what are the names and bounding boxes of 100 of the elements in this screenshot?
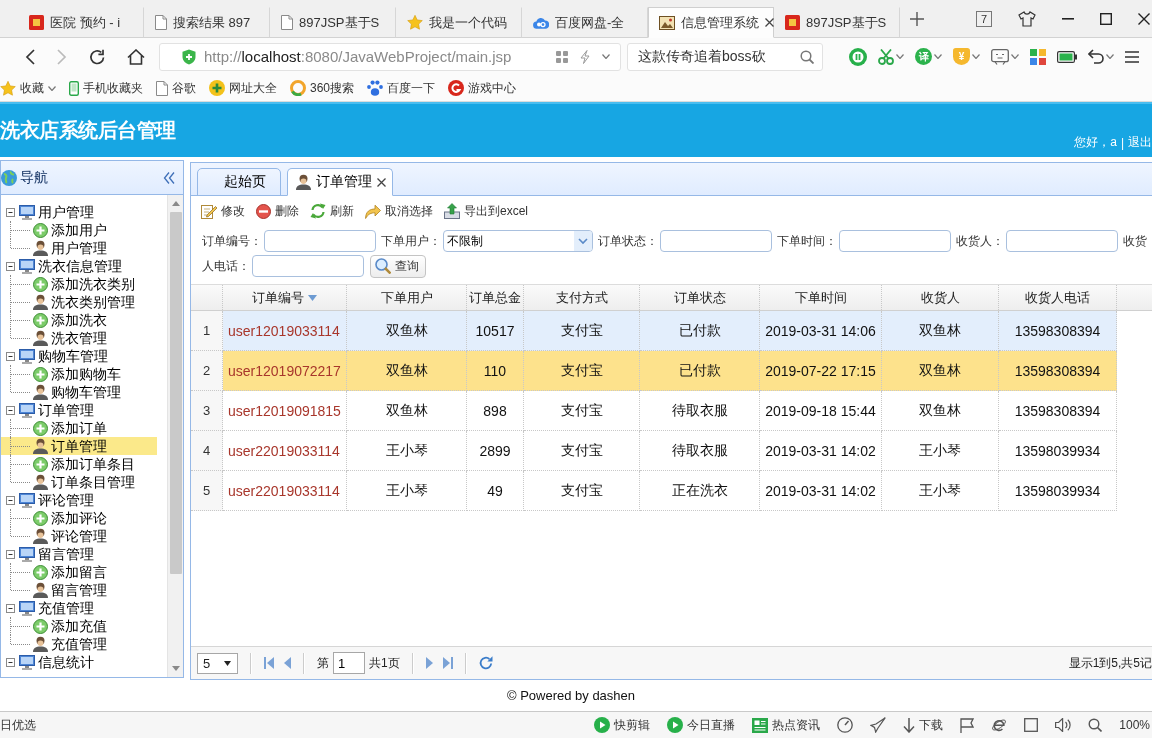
caret-icon[interactable] (602, 54, 610, 59)
caret-icon[interactable] (934, 54, 942, 59)
tree-item[interactable]: 洗衣管理 (1, 329, 157, 347)
caret-icon[interactable] (1011, 54, 1019, 59)
undo-icon[interactable] (1088, 49, 1104, 64)
tree-item[interactable]: 用户管理 (19, 203, 94, 221)
status-bar-button[interactable]: 下载 (903, 716, 944, 734)
tree-item[interactable]: 洗衣类别管理 (1, 293, 157, 311)
close-icon[interactable] (765, 18, 774, 27)
tree-item[interactable]: 洗衣信息管理 (19, 257, 122, 275)
input-field[interactable] (1006, 230, 1118, 252)
tree-item[interactable]: 添加订单 (1, 419, 157, 437)
column-header[interactable]: 支付方式 (524, 285, 640, 310)
column-header[interactable]: 收货人 (882, 285, 999, 310)
home-icon[interactable] (127, 48, 145, 65)
shirt-icon[interactable] (1018, 10, 1036, 27)
address-field[interactable]: http://localhost:8080/JavaWebProject/main.jsp (159, 42, 621, 71)
input-field[interactable] (264, 230, 376, 252)
column-header[interactable]: 订单总金 (467, 285, 524, 310)
last-page-icon[interactable] (442, 657, 453, 669)
tree-item[interactable]: 评论管理 (1, 527, 157, 545)
grid-icon[interactable] (556, 50, 568, 63)
tree-item[interactable]: 购物车管理 (19, 347, 108, 365)
menu-icon[interactable] (1125, 50, 1139, 63)
table-row[interactable]: 1 user12019033114 双鱼林 10517 支付宝 已付款 2019-03-31 14:06 双鱼林 13598308394 (191, 311, 1117, 351)
table-row[interactable]: 5 user22019033114 王小琴 49 支付宝 正在洗衣 2019-03-31 14:02 王小琴 13598039934 (191, 471, 1117, 511)
screen-icon[interactable] (991, 48, 1009, 65)
window-icon[interactable] (1024, 718, 1039, 732)
back-icon[interactable] (25, 48, 35, 65)
table-row[interactable]: 3 user12019091815 双鱼林 898 支付宝 待取衣服 2019-09-18 15:44 双鱼林 13598308394 (191, 391, 1117, 431)
battery-icon[interactable] (1057, 50, 1077, 63)
column-header[interactable]: 下单用户 (347, 285, 467, 310)
browser-icon[interactable] (991, 717, 1008, 733)
status-bar-button[interactable]: 快剪辑 (594, 716, 651, 734)
maximize-icon[interactable] (1100, 12, 1112, 25)
column-header[interactable]: 收货人电话 (999, 285, 1117, 310)
lightning-icon[interactable] (580, 49, 590, 64)
column-header[interactable]: 订单编号 (223, 285, 347, 310)
collapse-box-icon[interactable] (6, 207, 15, 217)
caret-icon[interactable] (972, 54, 980, 59)
status-bar-button[interactable]: 今日直播 (667, 716, 736, 734)
input-field[interactable] (660, 230, 772, 252)
bookmark-link[interactable]: 手机收藏夹 (69, 79, 143, 97)
caret-icon[interactable] (896, 54, 904, 59)
tree-item[interactable]: 留言管理 (19, 545, 94, 563)
pause-icon[interactable] (849, 47, 867, 66)
tree-item[interactable]: 评论管理 (19, 491, 94, 509)
table-row[interactable]: 4 user22019033114 王小琴 2899 支付宝 待取衣服 2019-03-31 14:02 王小琴 13598039934 (191, 431, 1117, 471)
caret-icon[interactable] (1106, 54, 1114, 59)
scissors-icon[interactable] (878, 48, 894, 65)
collapse-box-icon[interactable] (6, 405, 15, 415)
collapse-icon[interactable] (163, 171, 175, 184)
tree-item[interactable]: 用户管理 (1, 239, 157, 257)
tree-item[interactable]: 添加洗衣 (1, 311, 157, 329)
toolbar-button[interactable]: 删除 (256, 202, 299, 220)
tree-item[interactable]: 添加洗衣类别 (1, 275, 157, 293)
collapse-box-icon[interactable] (6, 657, 15, 667)
collapse-box-icon[interactable] (6, 351, 15, 361)
apps-icon[interactable] (1030, 48, 1046, 65)
column-header[interactable]: 下单时间 (760, 285, 882, 310)
page-size-select[interactable]: 5 (197, 652, 238, 674)
toolbar-button[interactable]: 修改 (201, 202, 245, 220)
gauge-icon[interactable] (837, 717, 854, 733)
tree-item[interactable]: 订单管理 (1, 437, 157, 455)
page-field[interactable]: 1 (333, 652, 365, 674)
status-bar-button[interactable]: 热点资讯 (752, 716, 821, 734)
previous-page-icon[interactable] (284, 657, 291, 669)
tree-item[interactable]: 充值管理 (19, 599, 94, 617)
tree-item[interactable]: 添加订单条目 (1, 455, 157, 473)
flag-icon[interactable] (960, 717, 975, 733)
dropdown-field[interactable]: 不限制 (443, 230, 593, 252)
tree-item[interactable]: 添加用户 (1, 221, 157, 239)
tree-item[interactable]: 添加评论 (1, 509, 157, 527)
bookmark-link[interactable]: 谷歌 (156, 79, 196, 97)
toolbar-button[interactable]: 取消选择 (365, 202, 433, 220)
tree-item[interactable]: 添加留言 (1, 563, 157, 581)
tree-item[interactable]: 充值管理 (1, 635, 157, 653)
input-field[interactable] (252, 255, 364, 277)
speaker-icon[interactable] (1055, 718, 1072, 732)
bookmark-link[interactable]: 网址大全 (209, 79, 277, 97)
new-tab-icon[interactable] (910, 11, 924, 26)
toolbar-button[interactable]: 导出到excel (444, 202, 528, 220)
column-header[interactable]: 订单状态 (640, 285, 760, 310)
bookmark-link[interactable]: 游戏中心 (448, 79, 517, 97)
input-field[interactable] (839, 230, 951, 252)
next-page-icon[interactable] (425, 657, 433, 669)
tree-item[interactable]: 添加购物车 (1, 365, 157, 383)
bookmark-link[interactable]: 百度一下 (367, 79, 436, 97)
close-icon[interactable] (377, 177, 386, 187)
order-link[interactable]: user22019033114 (223, 471, 347, 511)
search-button[interactable]: 查询 (370, 254, 426, 278)
minimize-icon[interactable] (1062, 17, 1074, 20)
tree-item[interactable]: 订单条目管理 (1, 473, 157, 491)
collapse-box-icon[interactable] (6, 495, 15, 505)
reload-icon[interactable] (89, 48, 105, 65)
search-field[interactable]: 这款传奇追着boss砍 (627, 42, 823, 71)
tree-item[interactable]: 添加充值 (1, 617, 157, 635)
collapse-box-icon[interactable] (6, 261, 15, 271)
collapse-box-icon[interactable] (6, 549, 15, 559)
tree-item[interactable]: 订单管理 (19, 401, 94, 419)
